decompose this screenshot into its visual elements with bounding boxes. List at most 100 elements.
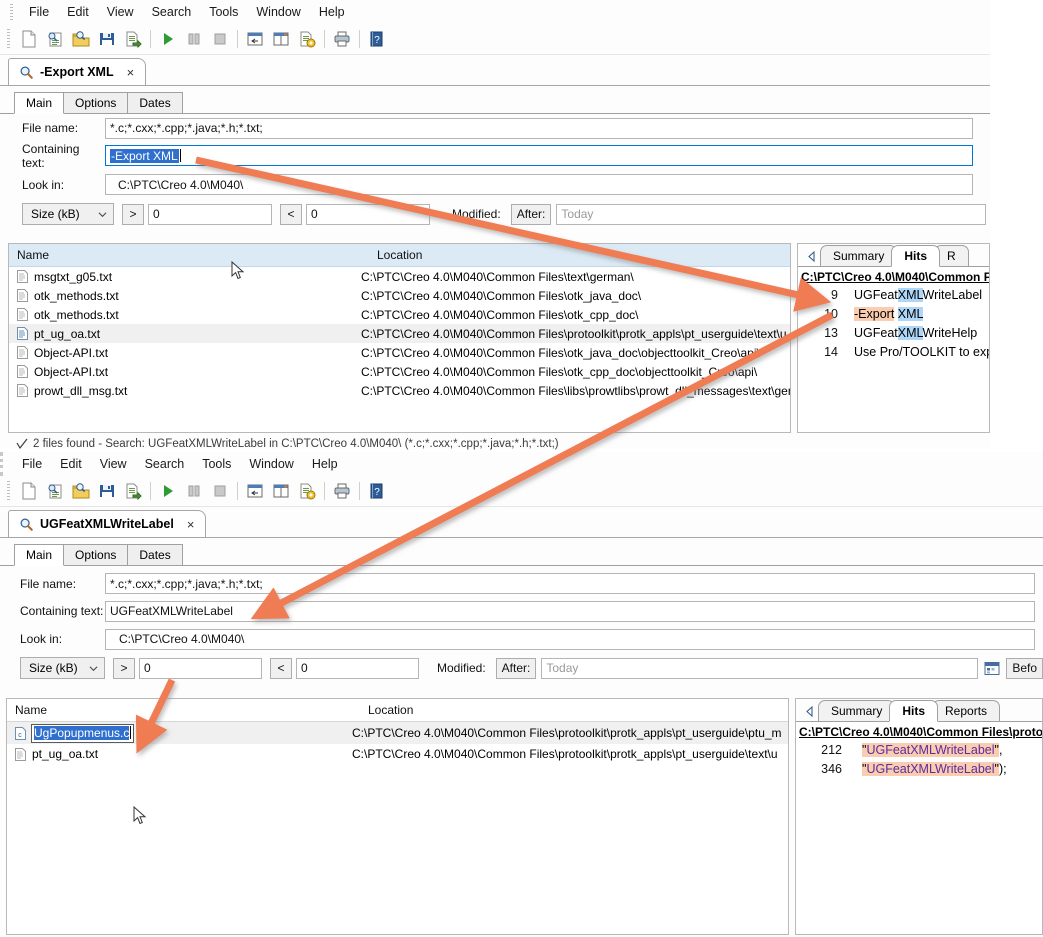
hits-pane-top[interactable]: Summary Hits R C:\PTC\Creo 4.0\M040\Comm… [797, 243, 990, 433]
hits-pane-bottom[interactable]: Summary Hits Reports C:\PTC\Creo 4.0\M04… [795, 698, 1043, 935]
look-in-input[interactable]: C:\PTC\Creo 4.0\M040\ [105, 629, 1035, 650]
file-name-input[interactable]: *.c;*.cxx;*.cpp;*.java;*.h;*.txt; [105, 573, 1035, 594]
menu-tools[interactable]: Tools [193, 455, 240, 473]
layout-tabs-icon[interactable] [242, 478, 268, 504]
tab-options[interactable]: Options [63, 92, 128, 113]
modified-after-button[interactable]: After: [511, 204, 552, 225]
modified-after-input[interactable]: Today [541, 658, 978, 679]
hit-line[interactable]: 9 UGFeatXMLWriteLabel [798, 286, 989, 305]
tab-main[interactable]: Main [14, 92, 64, 114]
results-options-icon[interactable] [294, 26, 320, 52]
size-greater-input[interactable]: 0 [139, 658, 262, 679]
new-search-icon[interactable] [16, 478, 42, 504]
hit-line[interactable]: 10 -Export XML [798, 305, 989, 324]
table-row[interactable]: Object-API.txt C:\PTC\Creo 4.0\M040\Comm… [9, 343, 790, 362]
tab-scroll-left-icon[interactable] [802, 246, 820, 266]
file-name-input[interactable]: *.c;*.cxx;*.cpp;*.java;*.h;*.txt; [105, 118, 973, 139]
table-row[interactable]: pt_ug_oa.txt C:\PTC\Creo 4.0\M040\Common… [7, 744, 788, 764]
help-icon[interactable]: ? [364, 26, 390, 52]
size-greater-button[interactable]: > [122, 204, 144, 225]
duplicate-search-icon[interactable] [42, 478, 68, 504]
modified-before-button[interactable]: Befo [1006, 658, 1043, 679]
tab-dates[interactable]: Dates [127, 544, 182, 565]
containing-text-input[interactable]: -Export XML [105, 145, 973, 166]
tab-hits[interactable]: Hits [889, 700, 938, 722]
tab-summary[interactable]: Summary [820, 245, 897, 266]
hit-line[interactable]: 346 "UGFeatXMLWriteLabel"); [796, 760, 1042, 779]
menu-edit[interactable]: Edit [51, 455, 91, 473]
calendar-icon[interactable] [984, 660, 1000, 676]
layout-tabs-icon[interactable] [242, 26, 268, 52]
menu-search[interactable]: Search [136, 455, 194, 473]
layout-split-icon[interactable] [268, 478, 294, 504]
size-unit-select[interactable]: Size (kB) [22, 203, 114, 225]
start-search-icon[interactable] [155, 26, 181, 52]
hit-line[interactable]: 14 Use Pro/TOOLKIT to expo [798, 343, 989, 362]
tab-scroll-left-icon[interactable] [800, 701, 818, 721]
table-row[interactable]: msgtxt_g05.txt C:\PTC\Creo 4.0\M040\Comm… [9, 267, 790, 286]
containing-text-input[interactable]: UGFeatXMLWriteLabel [105, 601, 1035, 622]
hit-line[interactable]: 13 UGFeatXMLWriteHelp [798, 324, 989, 343]
file-name-rename-input[interactable]: UgPopupmenus.c [31, 724, 134, 743]
menu-help[interactable]: Help [310, 3, 354, 21]
table-row[interactable]: Object-API.txt C:\PTC\Creo 4.0\M040\Comm… [9, 362, 790, 381]
stop-search-icon[interactable] [207, 478, 233, 504]
save-search-icon[interactable] [94, 26, 120, 52]
modified-after-input[interactable]: Today [556, 204, 986, 225]
help-icon[interactable]: ? [364, 478, 390, 504]
results-list-bottom[interactable]: Name Location c UgPopupmenus.c C:\PTC\Cr… [6, 698, 789, 935]
table-row[interactable]: otk_methods.txt C:\PTC\Creo 4.0\M040\Com… [9, 286, 790, 305]
start-search-icon[interactable] [155, 478, 181, 504]
pause-search-icon[interactable] [181, 26, 207, 52]
new-search-icon[interactable] [16, 26, 42, 52]
size-less-button[interactable]: < [270, 658, 292, 679]
tab-options[interactable]: Options [63, 544, 128, 565]
results-options-icon[interactable] [294, 478, 320, 504]
column-header-location[interactable]: Location [369, 248, 790, 262]
size-unit-select[interactable]: Size (kB) [20, 657, 105, 679]
results-list-top[interactable]: Name Location msgtxt_g05.txt C:\PTC\Creo… [8, 243, 791, 433]
tab-main[interactable]: Main [14, 544, 64, 566]
menu-tools[interactable]: Tools [200, 3, 247, 21]
open-search-icon[interactable] [68, 478, 94, 504]
save-search-icon[interactable] [94, 478, 120, 504]
size-greater-button[interactable]: > [113, 658, 135, 679]
size-less-input[interactable]: 0 [306, 204, 430, 225]
hits-file-path[interactable]: C:\PTC\Creo 4.0\M040\Common F [798, 267, 989, 286]
tab-hits[interactable]: Hits [891, 245, 940, 267]
menu-edit[interactable]: Edit [58, 3, 98, 21]
stop-search-icon[interactable] [207, 26, 233, 52]
print-icon[interactable] [329, 26, 355, 52]
size-less-button[interactable]: < [280, 204, 302, 225]
export-results-icon[interactable] [120, 478, 146, 504]
menu-view[interactable]: View [91, 455, 136, 473]
close-icon[interactable]: × [184, 517, 198, 532]
hit-line[interactable]: 212 "UGFeatXMLWriteLabel", [796, 741, 1042, 760]
menu-help[interactable]: Help [303, 455, 347, 473]
column-header-name[interactable]: Name [9, 248, 369, 262]
export-results-icon[interactable] [120, 26, 146, 52]
menu-window[interactable]: Window [240, 455, 302, 473]
print-icon[interactable] [329, 478, 355, 504]
size-greater-input[interactable]: 0 [148, 204, 272, 225]
menu-file[interactable]: File [13, 455, 51, 473]
duplicate-search-icon[interactable] [42, 26, 68, 52]
menu-view[interactable]: View [98, 3, 143, 21]
look-in-input[interactable]: C:\PTC\Creo 4.0\M040\ [105, 174, 973, 195]
menu-window[interactable]: Window [247, 3, 309, 21]
column-header-location[interactable]: Location [360, 703, 788, 717]
close-icon[interactable]: × [124, 65, 138, 80]
table-row[interactable]: otk_methods.txt C:\PTC\Creo 4.0\M040\Com… [9, 305, 790, 324]
document-tab-ugfeatxmlwritelabel[interactable]: UGFeatXMLWriteLabel × [8, 510, 206, 537]
open-search-icon[interactable] [68, 26, 94, 52]
document-tab-export-xml[interactable]: -Export XML × [8, 58, 146, 85]
table-row[interactable]: pt_ug_oa.txt C:\PTC\Creo 4.0\M040\Common… [9, 324, 790, 343]
table-row[interactable]: prowt_dll_msg.txt C:\PTC\Creo 4.0\M040\C… [9, 381, 790, 400]
table-row[interactable]: c UgPopupmenus.c C:\PTC\Creo 4.0\M040\Co… [7, 722, 788, 744]
modified-after-button[interactable]: After: [496, 658, 537, 679]
layout-split-icon[interactable] [268, 26, 294, 52]
hits-file-path[interactable]: C:\PTC\Creo 4.0\M040\Common Files\protoo [796, 722, 1042, 741]
tab-summary[interactable]: Summary [818, 700, 895, 721]
pause-search-icon[interactable] [181, 478, 207, 504]
size-less-input[interactable]: 0 [296, 658, 419, 679]
